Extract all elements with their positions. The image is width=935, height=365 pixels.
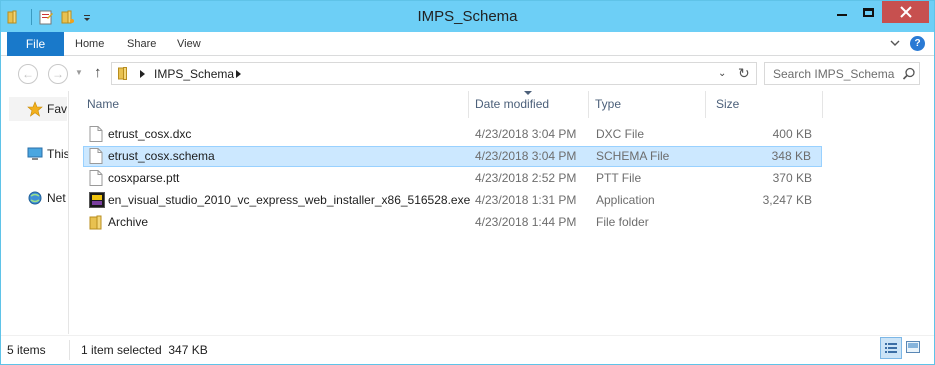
expand-ribbon-chevron-icon[interactable]: [889, 37, 901, 49]
back-button[interactable]: ←: [18, 64, 38, 84]
file-name: etrust_cosx.dxc: [108, 127, 192, 141]
file-size: 400 KB: [772, 127, 812, 141]
selection-info: 1 item selected 347 KB: [81, 343, 208, 357]
tab-home[interactable]: Home: [75, 38, 104, 50]
breadcrumb-separator-icon[interactable]: [236, 70, 241, 78]
close-icon: [899, 6, 912, 18]
file-name: en_visual_studio_2010_vc_express_web_ins…: [108, 193, 471, 207]
title-bar[interactable]: IMPS_Schema: [1, 1, 934, 32]
back-arrow-icon: ←: [22, 67, 34, 81]
status-divider: [69, 340, 70, 360]
large-icons-view-icon: [906, 341, 920, 353]
file-name: Archive: [108, 215, 149, 229]
ribbon: File Home Share View ?: [1, 32, 934, 56]
file-date: 4/23/2018 1:31 PM: [475, 193, 577, 207]
table-row-selected[interactable]: etrust_cosx.schema 4/23/2018 3:04 PM SCH…: [83, 146, 822, 167]
nav-item-this-pc[interactable]: This: [47, 147, 70, 161]
folder-icon: [118, 67, 134, 80]
file-type: Application: [596, 193, 655, 207]
navigation-bar: ← → ▼ ↑ IMPS_Schema ⌄ ↻ Search IMPS_Sche…: [1, 57, 934, 91]
explorer-window: IMPS_Schema File Home Share View ? ← → ▼…: [0, 0, 935, 365]
file-type: SCHEMA File: [596, 149, 670, 163]
window-title: IMPS_Schema: [417, 8, 518, 25]
minimize-icon: [836, 14, 847, 16]
file-size: 348 KB: [771, 149, 811, 163]
address-bar[interactable]: IMPS_Schema ⌄ ↻: [111, 62, 757, 85]
table-row[interactable]: etrust_cosx.dxc 4/23/2018 3:04 PM DXC Fi…: [83, 124, 822, 145]
table-row[interactable]: en_visual_studio_2010_vc_express_web_ins…: [83, 190, 822, 211]
maximize-icon: [863, 7, 874, 17]
table-row[interactable]: Archive 4/23/2018 1:44 PM File folder: [83, 212, 822, 233]
this-pc-icon: [27, 146, 43, 162]
details-view-icon: [885, 343, 897, 353]
file-date: 4/23/2018 1:44 PM: [475, 215, 577, 229]
minimize-button[interactable]: [828, 1, 855, 23]
file-type: DXC File: [596, 127, 645, 141]
favorites-star-icon: [27, 101, 43, 117]
file-size: 370 KB: [772, 171, 812, 185]
column-header-date-modified[interactable]: Date modified: [469, 91, 589, 118]
document-icon: [89, 148, 103, 164]
file-name: cosxparse.ptt: [108, 171, 180, 185]
file-date: 4/23/2018 3:04 PM: [475, 127, 577, 141]
tab-share[interactable]: Share: [127, 38, 156, 50]
item-count: 5 items: [7, 343, 46, 357]
column-header-name[interactable]: Name: [81, 91, 469, 118]
tab-view[interactable]: View: [177, 38, 201, 50]
file-name: etrust_cosx.schema: [108, 149, 215, 163]
search-input[interactable]: Search IMPS_Schema: [773, 67, 894, 81]
search-box[interactable]: Search IMPS_Schema: [764, 62, 920, 85]
breadcrumb-imps-schema[interactable]: IMPS_Schema: [154, 67, 234, 81]
up-button[interactable]: ↑: [94, 64, 102, 81]
address-history-chevron-icon[interactable]: ⌄: [718, 68, 726, 79]
forward-arrow-icon: →: [52, 67, 64, 81]
search-icon[interactable]: [902, 67, 916, 81]
refresh-icon[interactable]: ↻: [738, 65, 750, 82]
table-row[interactable]: cosxparse.ptt 4/23/2018 2:52 PM PTT File…: [83, 168, 822, 189]
network-icon: [27, 190, 43, 206]
file-type: PTT File: [596, 171, 642, 185]
help-icon[interactable]: ?: [910, 36, 925, 51]
file-list: Name Date modified Type Size etrust_cosx…: [68, 91, 934, 334]
tab-file[interactable]: File: [7, 32, 64, 56]
nav-item-network[interactable]: Net: [47, 191, 66, 205]
folder-icon: [89, 214, 103, 230]
file-date: 4/23/2018 3:04 PM: [475, 149, 577, 163]
column-header-size[interactable]: Size: [710, 91, 823, 118]
navigation-pane: Fav This Net: [1, 91, 70, 329]
status-bar: 5 items 1 item selected 347 KB: [1, 335, 934, 364]
file-size: 3,247 KB: [762, 193, 812, 207]
breadcrumb-separator-icon[interactable]: [140, 70, 145, 78]
installer-icon: [89, 192, 105, 208]
forward-button[interactable]: →: [48, 64, 68, 84]
document-icon: [89, 126, 103, 142]
maximize-button[interactable]: [855, 1, 882, 23]
file-date: 4/23/2018 2:52 PM: [475, 171, 577, 185]
details-view-button[interactable]: [880, 337, 902, 359]
document-icon: [89, 170, 103, 186]
up-arrow-icon: ↑: [94, 64, 102, 81]
recent-locations-chevron-icon[interactable]: ▼: [75, 68, 83, 77]
column-header-type[interactable]: Type: [589, 91, 706, 118]
close-button[interactable]: [882, 1, 929, 23]
nav-item-favorites[interactable]: Fav: [47, 102, 67, 116]
large-icons-view-button[interactable]: [906, 340, 920, 354]
file-type: File folder: [596, 215, 649, 229]
